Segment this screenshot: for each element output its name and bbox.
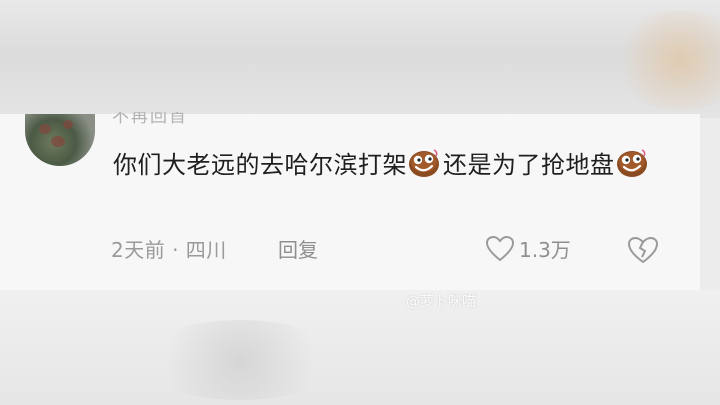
like-count: 1.3万 <box>519 238 571 262</box>
comment-text: 你们大老远的去哈尔滨打架 还是为了抢地盘 <box>113 142 673 188</box>
avatar[interactable] <box>25 114 95 166</box>
like-button[interactable]: 1.3万 <box>485 234 571 263</box>
blurred-background-bottom <box>0 290 720 405</box>
comment-text-part1: 你们大老远的去哈尔滨打架 <box>113 151 407 179</box>
comment-time-location: 2天前 · 四川 <box>111 238 227 262</box>
video-frame: 不再回首 你们大老远的去哈尔滨打架 还是为了抢地盘 2天前 · 四川 回复 1.… <box>0 0 720 405</box>
comment-card: 不再回首 你们大老远的去哈尔滨打架 还是为了抢地盘 2天前 · 四川 回复 1.… <box>0 112 700 290</box>
comment-text-part2: 还是为了抢地盘 <box>443 151 615 179</box>
laughing-emoji-icon <box>616 149 647 177</box>
broken-heart-icon[interactable] <box>626 235 660 265</box>
heart-outline-icon <box>485 235 515 261</box>
reply-button[interactable]: 回复 <box>278 234 318 263</box>
watermark: @萝卜咪喵 <box>406 294 476 310</box>
laughing-emoji-icon <box>409 149 439 177</box>
blurred-background-top <box>0 0 720 118</box>
